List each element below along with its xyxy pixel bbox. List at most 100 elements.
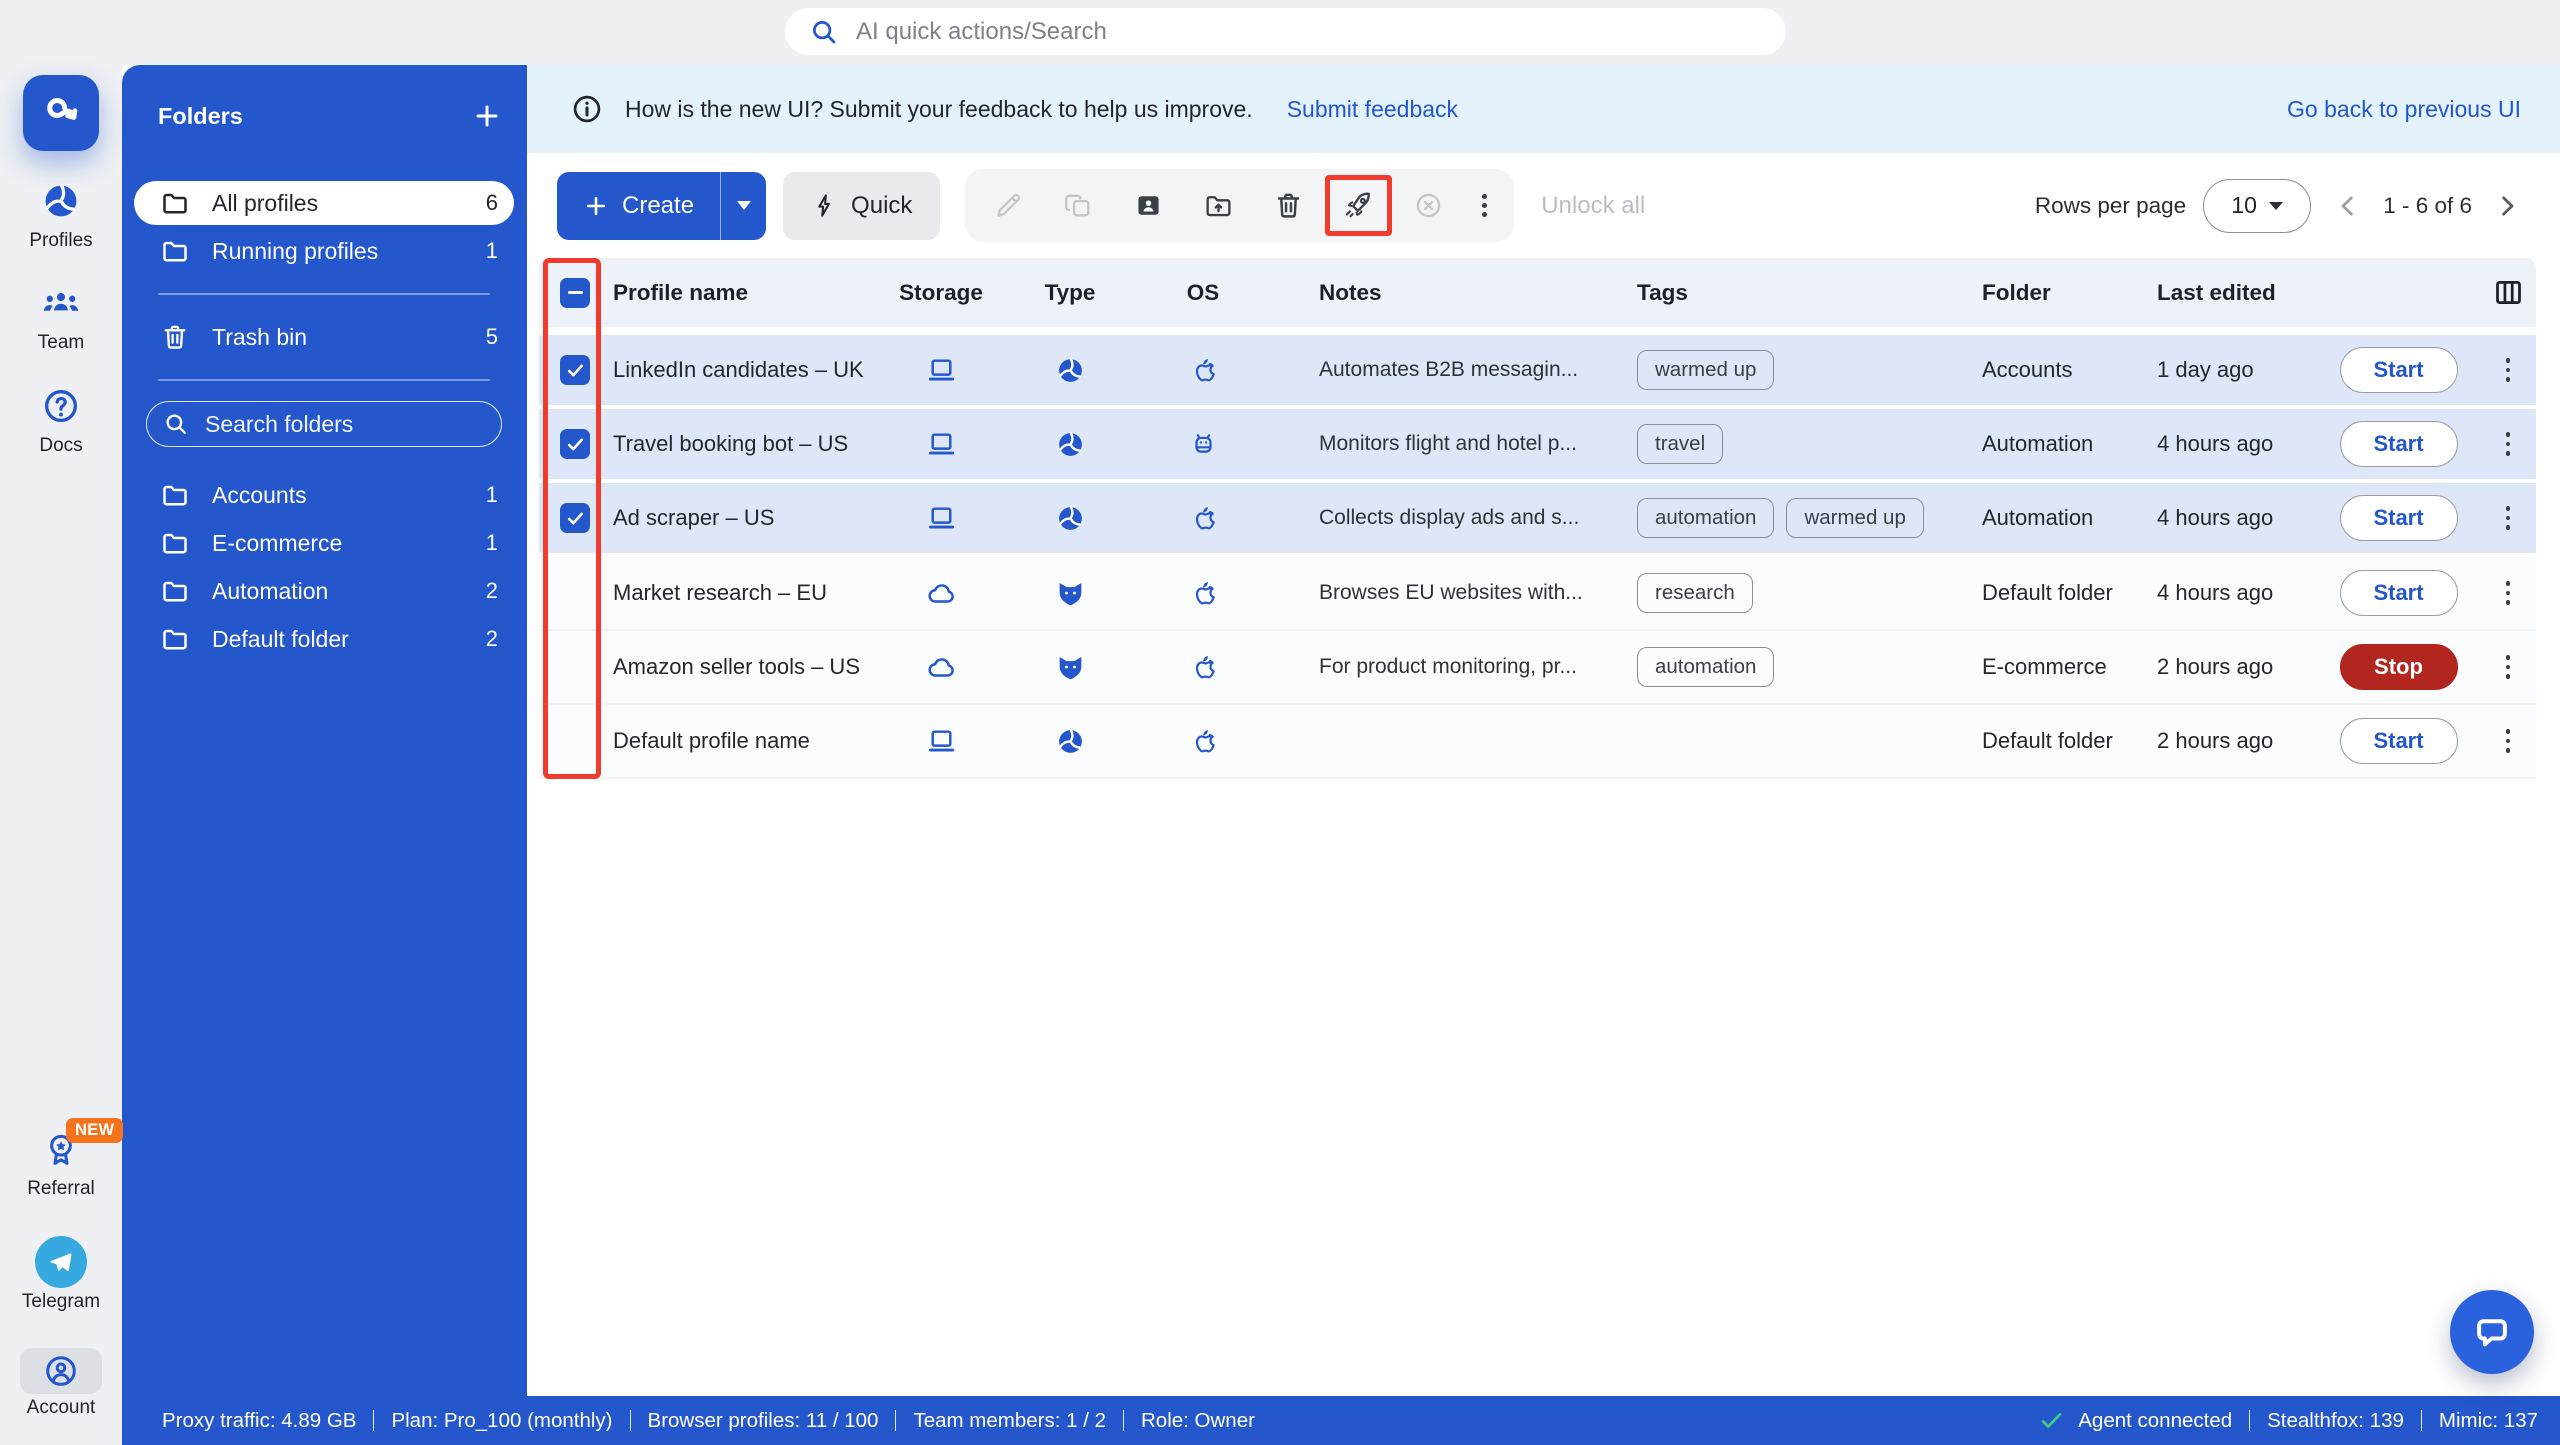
app-logo[interactable] [23,75,99,151]
profile-row[interactable]: Market research – EU Browses EU websites… [539,557,2536,631]
toolbar: Create Quick Unlock all Rows per page 10… [527,153,2560,258]
cloud-icon [926,578,957,609]
divider [629,1410,631,1431]
row-menu-button[interactable] [2505,432,2511,456]
row-menu-button[interactable] [2505,655,2511,679]
folder-icon [160,528,190,558]
tag-chip: automation [1637,498,1775,538]
folder-label: All profiles [212,189,319,216]
clone-profile-button[interactable] [1132,189,1165,222]
profile-row[interactable]: Ad scraper – US Collects display ads and… [539,483,2536,557]
rail-item-telegram[interactable]: Telegram [0,1236,122,1313]
start-button[interactable]: Start [2339,570,2458,616]
folder-item-automation[interactable]: Automation 2 [134,569,514,613]
create-label: Create [622,191,695,219]
row-menu-button[interactable] [2505,506,2511,530]
folder-icon [160,480,190,510]
folder-item-running-profiles[interactable]: Running profiles 1 [134,229,514,273]
folder-item-default-folder[interactable]: Default folder 2 [134,617,514,661]
quick-button[interactable]: Quick [783,171,941,240]
create-dropdown-button[interactable] [720,171,766,240]
start-button[interactable]: Start [2339,495,2458,541]
profile-row[interactable]: Travel booking bot – US Monitors flight … [539,409,2536,483]
next-page-button[interactable] [2492,191,2522,221]
row-menu-button[interactable] [2505,581,2511,605]
column-header-storage: Storage [899,279,983,305]
add-folder-button[interactable] [469,98,505,134]
rail-item-team[interactable]: Team [0,282,122,354]
row-checkbox[interactable] [560,503,590,533]
rail-item-account[interactable]: Account [0,1348,122,1419]
plus-icon [472,101,502,131]
global-search[interactable] [785,8,1786,55]
profile-row[interactable]: Amazon seller tools – US For product mon… [539,631,2536,705]
start-button[interactable]: Start [2339,421,2458,467]
rail-label: Referral [27,1178,95,1199]
macos-icon [1188,652,1219,683]
profile-row[interactable]: LinkedIn candidates – UK Automates B2B m… [539,335,2536,409]
move-to-folder-button[interactable] [1202,189,1235,222]
folder-label: Running profiles [212,237,379,264]
rail-label: Profiles [29,230,93,251]
stealthfox-browser-icon [1055,578,1086,609]
folder-cell: Default folder [1982,728,2113,753]
rail-label: Account [26,1397,96,1418]
launch-button[interactable] [1325,175,1393,236]
search-icon [809,17,839,47]
row-checkbox[interactable] [560,429,590,459]
divider [2420,1410,2422,1431]
start-button[interactable]: Start [2339,347,2458,393]
stop-button[interactable]: Stop [2339,644,2458,690]
folder-item-ecommerce[interactable]: E-commerce 1 [134,521,514,565]
more-actions-button[interactable] [1482,193,1488,218]
folder-item-accounts[interactable]: Accounts 1 [134,473,514,517]
chevron-left-icon [2333,191,2363,221]
status-bar: Proxy traffic: 4.89 GB Plan: Pro_100 (mo… [122,1396,2560,1445]
folder-item-trash-bin[interactable]: Trash bin 5 [134,315,514,359]
row-menu-button[interactable] [2505,729,2511,753]
folder-search[interactable] [146,401,502,447]
chat-widget-button[interactable] [2450,1290,2534,1374]
flash-icon [811,192,838,219]
last-edited-cell: 2 hours ago [2157,728,2274,753]
profile-row[interactable]: Default profile name Default folder 2 ho… [539,705,2536,779]
browser-profiles-count: Browser profiles: 11 / 100 [647,1408,879,1432]
rail-item-profiles[interactable]: Profiles [0,180,122,252]
profile-name: Default profile name [613,728,810,753]
folder-label: Accounts [212,481,307,508]
last-edited-cell: 4 hours ago [2157,505,2274,530]
column-settings-icon[interactable] [2492,276,2525,309]
tag-chip: warmed up [1637,350,1775,390]
folder-cell: E-commerce [1982,654,2107,679]
macos-icon [1188,503,1219,534]
notes-cell: Monitors flight and hotel p... [1319,432,1577,455]
row-menu-button[interactable] [2505,358,2511,382]
previous-page-button[interactable] [2333,191,2363,221]
divider [373,1410,375,1431]
delete-button[interactable] [1272,189,1305,222]
mimic-browser-icon [1055,503,1086,534]
tag-chip: automation [1637,647,1775,687]
plan: Plan: Pro_100 (monthly) [391,1408,613,1432]
start-button[interactable]: Start [2339,718,2458,764]
create-button-group: Create [557,171,767,240]
row-checkbox[interactable] [560,355,590,385]
submit-feedback-link[interactable]: Submit feedback [1287,96,1458,123]
rows-per-page-select[interactable]: 10 [2203,178,2312,233]
folder-item-all-profiles[interactable]: All profiles 6 [134,181,514,225]
folder-count: 6 [485,190,498,215]
laptop-icon [926,429,957,460]
column-header-last-edited: Last edited [2157,279,2276,305]
go-back-previous-ui-link[interactable]: Go back to previous UI [2287,96,2521,123]
folder-search-input[interactable] [203,409,485,439]
tag-chip: research [1637,573,1753,613]
tag-chip: travel [1637,424,1724,464]
folder-icon [160,576,190,606]
create-button[interactable]: Create [557,172,720,240]
search-input[interactable] [854,16,1762,47]
select-all-checkbox[interactable] [560,277,590,308]
rail-item-referral[interactable]: NEW Referral [0,1118,124,1200]
rail-item-docs[interactable]: Docs [0,385,122,457]
telegram-icon [35,1236,87,1288]
mimic-browser-icon [1055,355,1086,386]
